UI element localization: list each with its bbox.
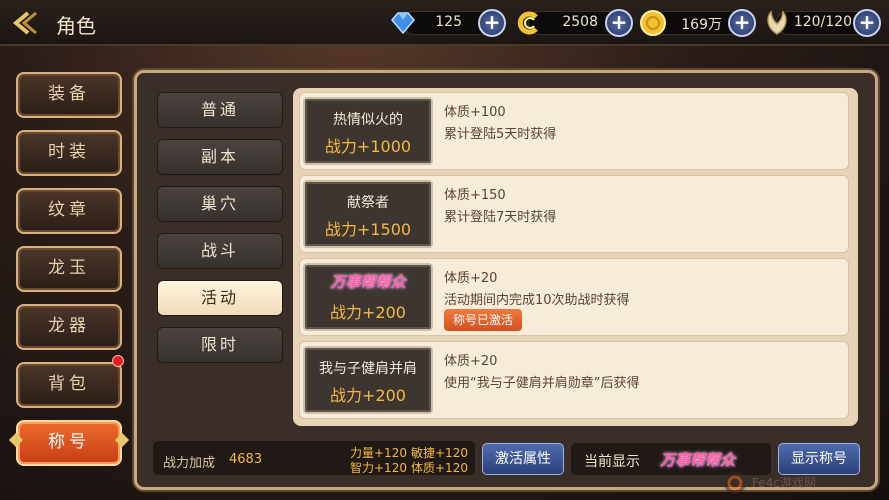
- title-card[interactable]: 热情似火的 战力+1000 体质+100 累计登陆5天时获得: [299, 92, 849, 170]
- gold-coin-icon: [638, 8, 668, 38]
- resource-diamonds: 125 +: [388, 8, 508, 38]
- attr-intelligence: 智力+120: [350, 461, 407, 475]
- resource-gold: 169万 +: [638, 8, 758, 38]
- title-name: 我与子健肩并肩: [319, 361, 417, 377]
- title-power: 战力+1000: [324, 137, 412, 156]
- category-event[interactable]: 活动: [157, 280, 283, 316]
- title-name: 热情似火的: [333, 112, 403, 128]
- title-attribute: 体质+20: [444, 271, 498, 286]
- side-tab-backpack[interactable]: 背包: [16, 362, 122, 408]
- back-arrow-icon[interactable]: [10, 9, 40, 37]
- coupon-count: 2508: [562, 14, 598, 30]
- side-tab-dragon-jade[interactable]: 龙玉: [16, 246, 122, 292]
- side-tab-fashion[interactable]: 时装: [16, 130, 122, 176]
- current-display-label: 当前显示: [584, 454, 640, 470]
- title-power: 战力+1500: [324, 220, 412, 239]
- add-diamonds-button[interactable]: +: [478, 9, 506, 37]
- diamond-count: 125: [435, 14, 462, 30]
- title-card[interactable]: 万事帮帮众 战力+200 体质+20 活动期间内完成10次助战时获得 称号已激活: [299, 258, 849, 336]
- notification-dot: [112, 355, 124, 367]
- current-title-logo: 万事帮帮众: [660, 451, 736, 469]
- title-attribute: 体质+20: [444, 354, 498, 369]
- side-tab-titles[interactable]: 称号: [16, 420, 122, 466]
- title-power: 战力+200: [330, 303, 406, 322]
- category-dungeon[interactable]: 副本: [157, 139, 283, 175]
- add-stamina-button[interactable]: +: [853, 9, 881, 37]
- title-card[interactable]: 我与子健肩并肩 战力+200 体质+20 使用“我与子健肩并肩勋章”后获得: [299, 341, 849, 419]
- add-gold-button[interactable]: +: [728, 9, 756, 37]
- side-tab-dragon-artifact[interactable]: 龙器: [16, 304, 122, 350]
- title-card[interactable]: 献祭者 战力+1500 体质+150 累计登陆7天时获得: [299, 175, 849, 253]
- title-attribute: 体质+150: [444, 188, 506, 203]
- category-normal[interactable]: 普通: [157, 92, 283, 128]
- watermark: Fe4c游戏网: [722, 468, 862, 498]
- stamina-wing-icon: [762, 8, 792, 38]
- category-nest[interactable]: 巢穴: [157, 186, 283, 222]
- page-title: 角色: [56, 14, 96, 38]
- side-tab-emblem[interactable]: 纹章: [16, 188, 122, 234]
- title-description: 累计登陆7天时获得: [444, 210, 557, 225]
- title-badge: 万事帮帮众 战力+200: [303, 263, 433, 331]
- title-description: 累计登陆5天时获得: [444, 127, 557, 142]
- title-badge: 我与子健肩并肩 战力+200: [303, 346, 433, 414]
- power-bonus-value: 4683: [229, 452, 263, 467]
- watermark-logo-icon: [724, 472, 746, 494]
- activate-attributes-button[interactable]: 激活属性: [482, 443, 564, 475]
- title-list[interactable]: 热情似火的 战力+1000 体质+100 累计登陆5天时获得 献祭者 战力+15…: [293, 88, 858, 426]
- title-badge: 热情似火的 战力+1000: [303, 97, 433, 165]
- resource-stamina: 120/120 +: [762, 8, 884, 38]
- title-description: 活动期间内完成10次助战时获得: [444, 293, 630, 308]
- title-logo: 万事帮帮众: [330, 273, 406, 291]
- power-bonus-label: 战力加成: [163, 456, 216, 471]
- resource-coupons: 2508 +: [514, 8, 636, 38]
- category-battle[interactable]: 战斗: [157, 233, 283, 269]
- title-description: 使用“我与子健肩并肩勋章”后获得: [444, 376, 640, 391]
- swirl-coin-icon: [514, 8, 544, 38]
- title-badge: 献祭者 战力+1500: [303, 180, 433, 248]
- diamond-icon: [388, 8, 418, 38]
- title-name: 献祭者: [347, 195, 389, 211]
- watermark-text: Fe4c游戏网: [752, 476, 816, 490]
- activated-badge: 称号已激活: [444, 309, 522, 331]
- top-bar: 角色 125 + 2508 + 169万 + 120/120 +: [0, 0, 889, 46]
- title-power: 战力+200: [330, 386, 406, 405]
- add-coupons-button[interactable]: +: [605, 9, 633, 37]
- side-tab-equipment[interactable]: 装备: [16, 72, 122, 118]
- gold-count: 169万: [681, 17, 722, 33]
- title-attribute: 体质+100: [444, 105, 506, 120]
- stamina-count: 120/120: [793, 14, 852, 30]
- category-limited[interactable]: 限时: [157, 327, 283, 363]
- attr-constitution: 体质+120: [411, 461, 468, 475]
